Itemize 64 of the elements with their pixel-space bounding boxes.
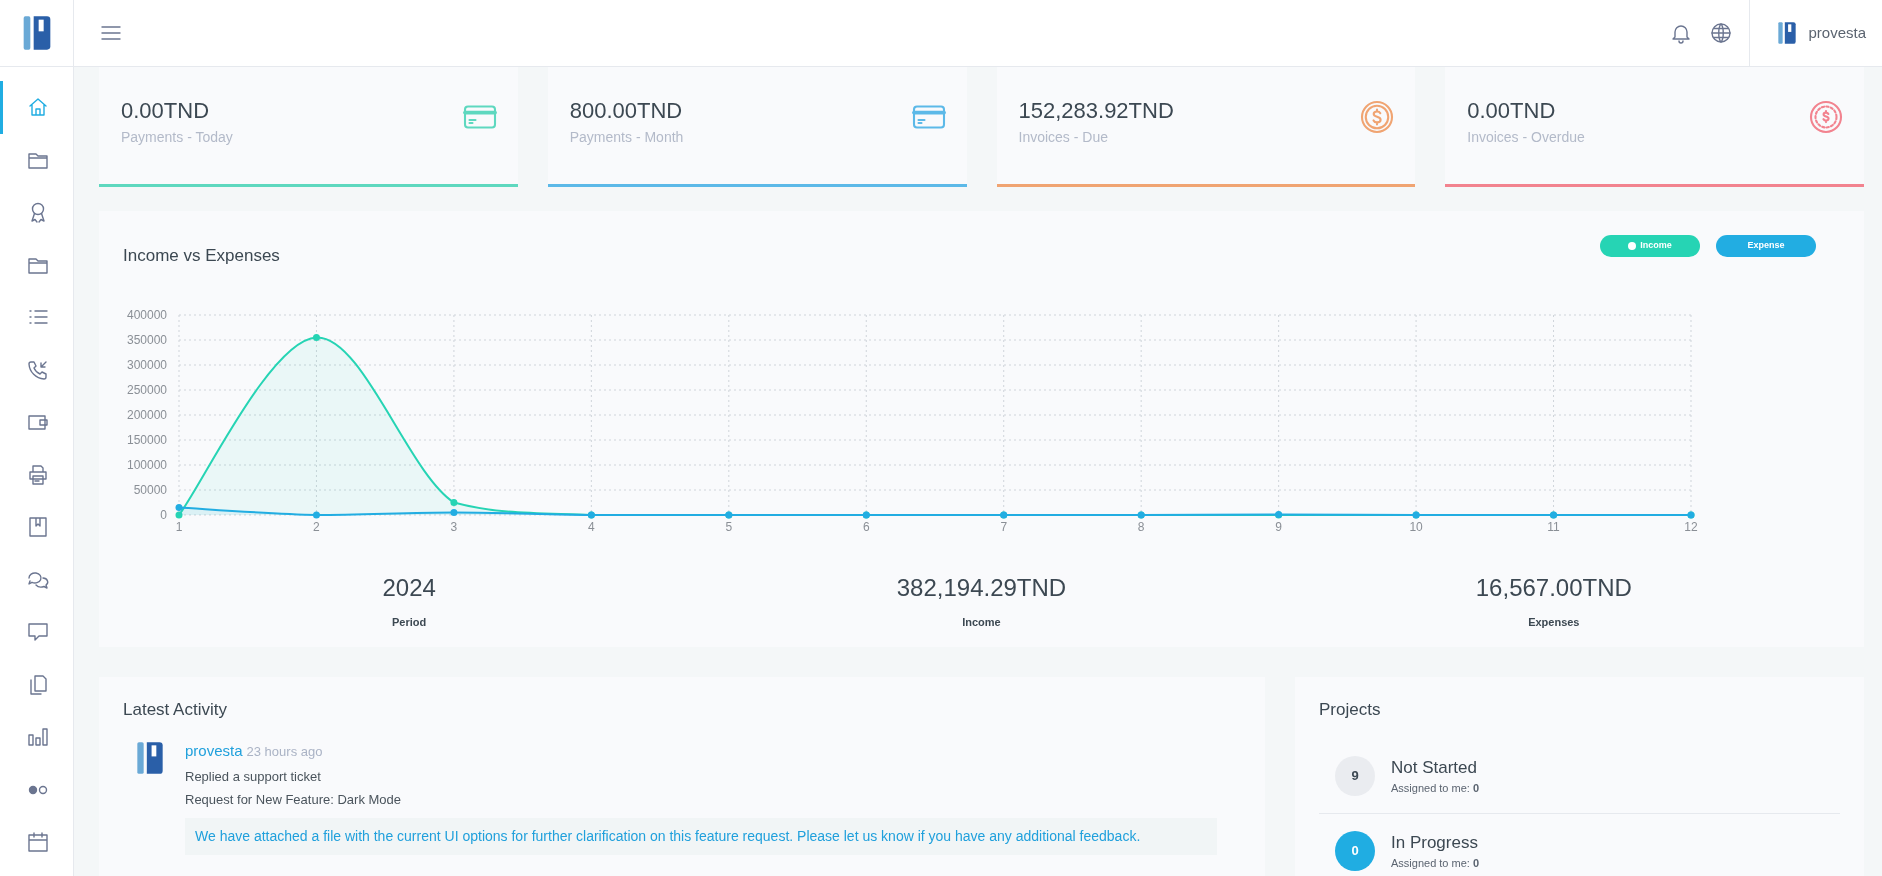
summary-label: Period [391,614,428,630]
summary-label: Income [961,614,1002,630]
x-axis-label: 10 [1409,519,1423,534]
stat-label: Payments - Today [121,128,233,148]
stat-label: Invoices - Overdue [1467,128,1585,148]
y-axis-label: 250000 [126,382,167,397]
bookmark-icon [26,515,50,540]
stat-value: 0.00TND [121,99,211,124]
stat-label: Payments - Month [569,128,684,148]
x-axis-label: 8 [1137,519,1145,534]
data-point [312,511,320,518]
y-axis-label: 400000 [126,307,167,322]
count-circle: 9 [1335,755,1375,796]
x-axis-label: 12 [1684,519,1698,534]
data-point [450,498,458,506]
panel-title: Latest Activity [123,699,228,721]
y-axis-label: 200000 [126,407,167,422]
summary-label: Expenses [1527,614,1581,630]
stat-label: Invoices - Due [1018,128,1109,148]
timestamp: 23 hours ago [246,743,323,759]
data-point [1275,510,1283,518]
summary-value: 2024 [381,572,437,603]
y-axis-label: 350000 [126,332,167,347]
project-status: Not Started [1391,756,1478,779]
x-axis-label: 5 [725,519,733,534]
globe-icon[interactable] [1709,21,1734,45]
x-axis-label: 3 [450,519,458,534]
legend-toggle[interactable]: Expense [1716,235,1816,257]
activity-text: Replied a support ticket [185,767,322,786]
user-name[interactable]: provesta [1808,21,1866,45]
assigned-count: Assigned to me: 0 [1391,856,1480,871]
y-axis-label: 50000 [133,482,167,497]
stat-value: 152,283.92TND [1018,99,1174,124]
x-axis-label: 2 [313,519,320,534]
assigned-count: Assigned to me: 0 [1391,781,1480,796]
count-circle: 0 [1335,830,1375,871]
activity-subject: Request for New Feature: Dark Mode [185,791,403,809]
x-axis-label: 4 [588,519,595,534]
calendar-icon [26,830,50,855]
summary-value: 382,194.29TND [895,572,1068,603]
legend-marker [1628,242,1637,250]
summary-value: 16,567.00TND [1474,572,1633,603]
x-axis-label: 7 [1000,519,1008,534]
stat-value: 0.00TND [1467,99,1557,124]
x-axis-label: 1 [175,519,183,534]
y-axis-label: 300000 [126,357,167,372]
data-point [312,333,320,341]
activity-message: We have attached a file with the current UI options for further clarification on this feature request. Please let us know if you have any additional feedback. [185,817,1217,855]
x-axis-label: 6 [862,519,870,534]
data-point [450,508,458,516]
dollar-coin-icon [1359,99,1396,135]
printer-icon [26,462,50,487]
dollar-coin-icon [1808,99,1844,135]
user-link[interactable]: provesta [185,741,243,759]
y-axis-label: 0 [160,507,167,522]
legend-toggle[interactable]: Income [1600,235,1700,257]
chart-title: Income vs Expenses [123,245,280,267]
panel-title: Projects [1319,699,1382,721]
stat-value: 800.00TND [569,99,684,124]
x-axis-label: 11 [1547,519,1560,534]
y-axis-label: 150000 [126,432,167,447]
project-status: In Progress [1391,831,1479,854]
y-axis-label: 100000 [126,457,167,472]
x-axis-label: 9 [1275,519,1282,534]
